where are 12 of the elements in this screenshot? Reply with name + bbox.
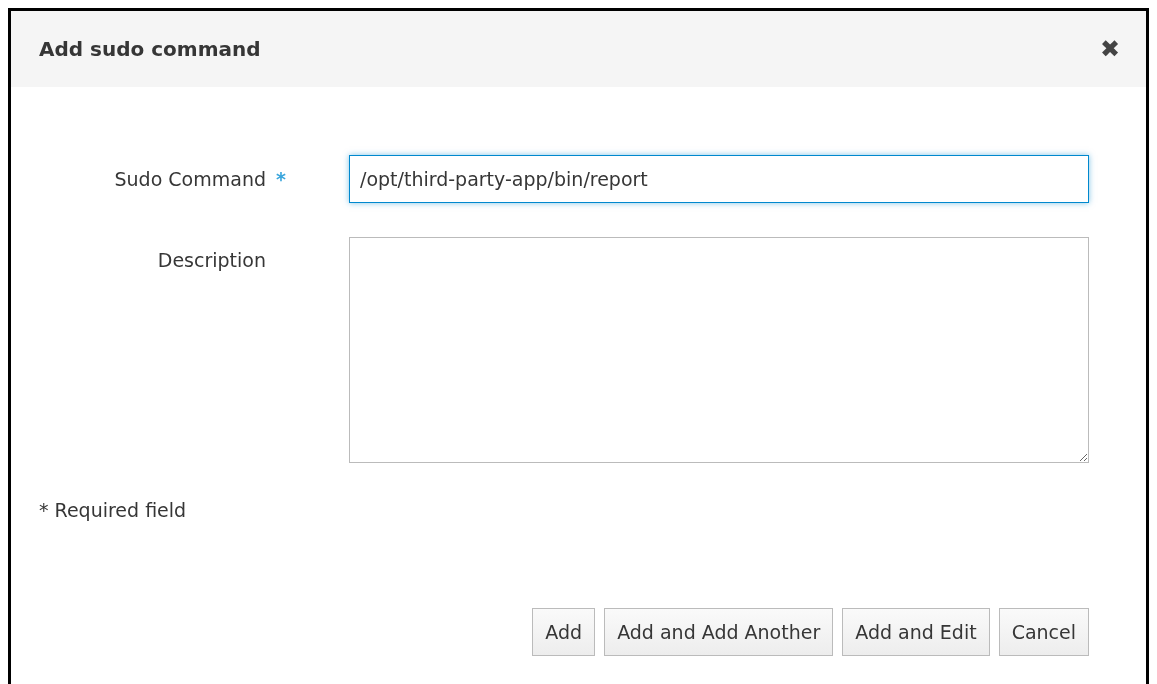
description-textarea[interactable]: [349, 237, 1089, 463]
dialog-title: Add sudo command: [39, 37, 261, 61]
dialog-button[interactable]: Add and Add Another: [604, 608, 834, 656]
required-note: * Required field: [39, 499, 188, 521]
field-label: Description: [157, 249, 266, 271]
dialog-button[interactable]: Add: [532, 608, 596, 656]
command-input[interactable]: /opt/third-party-app/bin/report: [349, 155, 1089, 203]
required-mark: *: [276, 168, 286, 190]
close-button[interactable]: ✖: [1099, 35, 1120, 63]
dialog-button[interactable]: Cancel: [998, 608, 1089, 656]
dialog-button[interactable]: Add and Edit: [842, 608, 990, 656]
field-label: Sudo Command: [114, 168, 266, 190]
